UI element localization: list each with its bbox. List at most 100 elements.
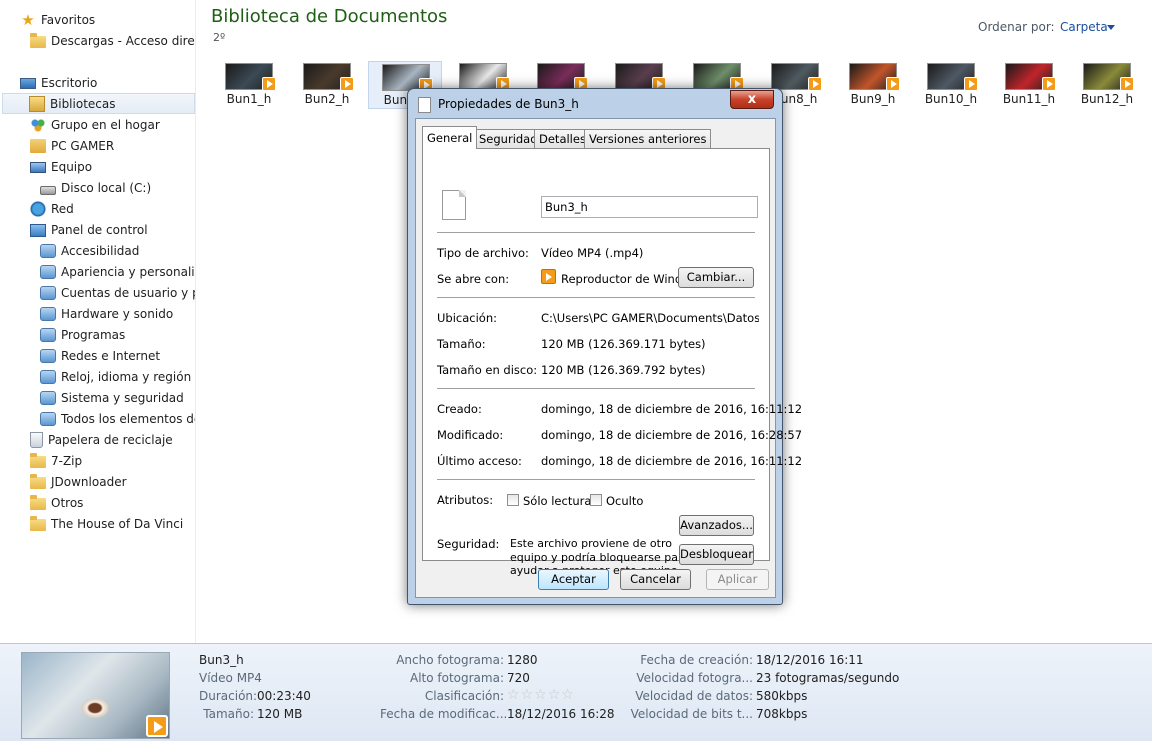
nav-equipo[interactable]: Equipo bbox=[30, 156, 92, 177]
nav-redes-internet[interactable]: Redes e Internet bbox=[40, 345, 160, 366]
nav-cuentas-usuario[interactable]: Cuentas de usuario y prot bbox=[40, 282, 195, 303]
nav-descargas[interactable]: Descargas - Acceso directo bbox=[30, 30, 195, 51]
video-thumbnail-item[interactable]: Bun9_h bbox=[836, 61, 910, 109]
nav-7zip[interactable]: 7-Zip bbox=[30, 450, 82, 471]
hidden-checkbox[interactable] bbox=[590, 494, 602, 506]
nav-label: Todos los elementos del l bbox=[61, 411, 195, 426]
nav-label: The House of Da Vinci bbox=[51, 516, 184, 531]
nav-programas[interactable]: Programas bbox=[40, 324, 125, 345]
nav-favoritos[interactable]: ★ Favoritos bbox=[20, 9, 95, 30]
folder-icon bbox=[30, 494, 46, 510]
nav-house-da-vinci[interactable]: The House of Da Vinci bbox=[30, 513, 183, 534]
video-thumbnail bbox=[21, 652, 170, 739]
network-internet-icon bbox=[40, 348, 56, 363]
star-icon[interactable]: ☆ bbox=[521, 687, 535, 703]
tab-seguridad[interactable]: Seguridad bbox=[474, 129, 543, 148]
play-icon bbox=[340, 77, 354, 91]
created-date-value[interactable]: 18/12/2016 16:11 bbox=[756, 653, 864, 667]
data-rate-value[interactable]: 580kbps bbox=[756, 689, 807, 703]
hardware-icon bbox=[40, 306, 56, 321]
thumbnail-label: Bun9_h bbox=[850, 92, 896, 106]
chevron-down-icon[interactable] bbox=[1107, 25, 1115, 30]
nav-disco-local[interactable]: Disco local (C:) bbox=[40, 177, 151, 198]
video-thumbnail-item[interactable]: Bun10_h bbox=[914, 61, 988, 109]
nav-otros[interactable]: Otros bbox=[30, 492, 83, 513]
tab-general[interactable]: General bbox=[422, 126, 478, 149]
video-thumbnail-item[interactable]: Bun2_h bbox=[290, 61, 364, 109]
nav-papelera[interactable]: Papelera de reciclaje bbox=[30, 429, 173, 450]
rating-stars[interactable]: ☆☆☆☆☆ bbox=[507, 687, 575, 703]
library-icon bbox=[29, 95, 45, 112]
play-icon bbox=[808, 77, 822, 91]
size-value: 120 MB (126.369.171 bytes) bbox=[541, 337, 706, 351]
nav-sistema-seguridad[interactable]: Sistema y seguridad bbox=[40, 387, 184, 408]
advanced-button[interactable]: Avanzados... bbox=[679, 515, 754, 536]
nav-label: Redes e Internet bbox=[61, 348, 161, 363]
apply-button[interactable]: Aplicar bbox=[706, 569, 769, 590]
nav-reloj-idioma[interactable]: Reloj, idioma y región bbox=[40, 366, 191, 387]
nav-grupo-hogar[interactable]: Grupo en el hogar bbox=[30, 114, 160, 135]
frame-rate-value[interactable]: 23 fotogramas/segundo bbox=[756, 671, 899, 685]
star-icon[interactable]: ☆ bbox=[548, 687, 562, 703]
nav-label: Escritorio bbox=[41, 75, 98, 90]
star-icon[interactable]: ☆ bbox=[561, 687, 575, 703]
duration-label: Duración: bbox=[199, 689, 258, 703]
nav-pc-gamer[interactable]: PC GAMER bbox=[30, 135, 114, 156]
modified-date-label: Fecha de modificac... bbox=[380, 707, 508, 721]
hidden-label: Oculto bbox=[606, 494, 644, 508]
frame-width-value[interactable]: 1280 bbox=[507, 653, 538, 667]
disk-size-value: 120 MB (126.369.792 bytes) bbox=[541, 363, 706, 377]
sort-dropdown[interactable]: Carpeta bbox=[1060, 20, 1108, 34]
thumbnail-label: Bun11_h bbox=[1002, 92, 1056, 106]
play-icon bbox=[1042, 77, 1056, 91]
size-label: Tamaño: bbox=[437, 337, 486, 351]
size-label: Tamaño: bbox=[203, 707, 254, 721]
video-thumbnail-item[interactable]: Bun11_h bbox=[992, 61, 1066, 109]
library-subtitle[interactable]: 2º bbox=[213, 31, 225, 44]
close-button[interactable]: x bbox=[730, 90, 774, 109]
change-button[interactable]: Cambiar... bbox=[678, 267, 754, 288]
tab-versiones-anteriores[interactable]: Versiones anteriores bbox=[584, 129, 712, 148]
nav-bibliotecas[interactable]: Bibliotecas bbox=[2, 93, 195, 114]
star-icon[interactable]: ☆ bbox=[534, 687, 548, 703]
nav-label: PC GAMER bbox=[51, 138, 115, 153]
folder-icon bbox=[30, 32, 46, 48]
frame-width-label: Ancho fotograma: bbox=[396, 653, 504, 667]
separator bbox=[437, 388, 755, 389]
nav-jdownloader[interactable]: JDownloader bbox=[30, 471, 127, 492]
programs-icon bbox=[40, 327, 56, 342]
nav-panel-control[interactable]: Panel de control bbox=[30, 219, 148, 240]
created-value: domingo, 18 de diciembre de 2016, 16:11:… bbox=[541, 402, 803, 416]
modified-date-value[interactable]: 18/12/2016 16:28 bbox=[507, 707, 615, 721]
bitrate-value[interactable]: 708kbps bbox=[756, 707, 807, 721]
thumbnail-label: Bun10_h bbox=[924, 92, 978, 106]
user-folder-icon bbox=[30, 138, 46, 153]
disk-icon bbox=[40, 185, 56, 195]
nav-escritorio[interactable]: Escritorio bbox=[20, 72, 97, 93]
unblock-button[interactable]: Desbloquear bbox=[679, 544, 754, 565]
nav-hardware-sonido[interactable]: Hardware y sonido bbox=[40, 303, 173, 324]
nav-red[interactable]: Red bbox=[30, 198, 74, 219]
frame-rate-label: Velocidad fotogra... bbox=[636, 671, 753, 685]
video-thumbnail-item[interactable]: Bun1_h bbox=[212, 61, 286, 109]
media-player-icon bbox=[541, 269, 556, 284]
details-pane bbox=[0, 643, 1152, 741]
file-name-input[interactable] bbox=[541, 196, 758, 218]
navigation-pane: ★ Favoritos Descargas - Acceso directo E… bbox=[0, 0, 196, 643]
ok-button[interactable]: Aceptar bbox=[538, 569, 609, 590]
frame-height-value[interactable]: 720 bbox=[507, 671, 530, 685]
play-icon bbox=[886, 77, 900, 91]
thumbnail-label: Bun2_h bbox=[304, 92, 350, 106]
cancel-button[interactable]: Cancelar bbox=[620, 569, 691, 590]
nav-accesibilidad[interactable]: Accesibilidad bbox=[40, 240, 139, 261]
nav-label: Red bbox=[51, 201, 74, 216]
star-icon[interactable]: ☆ bbox=[507, 687, 521, 703]
separator bbox=[437, 232, 755, 233]
nav-todos-elementos[interactable]: Todos los elementos del l bbox=[40, 408, 195, 429]
tab-detalles[interactable]: Detalles bbox=[534, 129, 591, 148]
nav-label: Disco local (C:) bbox=[61, 180, 152, 195]
video-thumbnail-item[interactable]: Bun12_h bbox=[1070, 61, 1144, 109]
bitrate-label: Velocidad de bits t... bbox=[630, 707, 753, 721]
readonly-checkbox[interactable] bbox=[507, 494, 519, 506]
nav-apariencia[interactable]: Apariencia y personalizac bbox=[40, 261, 195, 282]
